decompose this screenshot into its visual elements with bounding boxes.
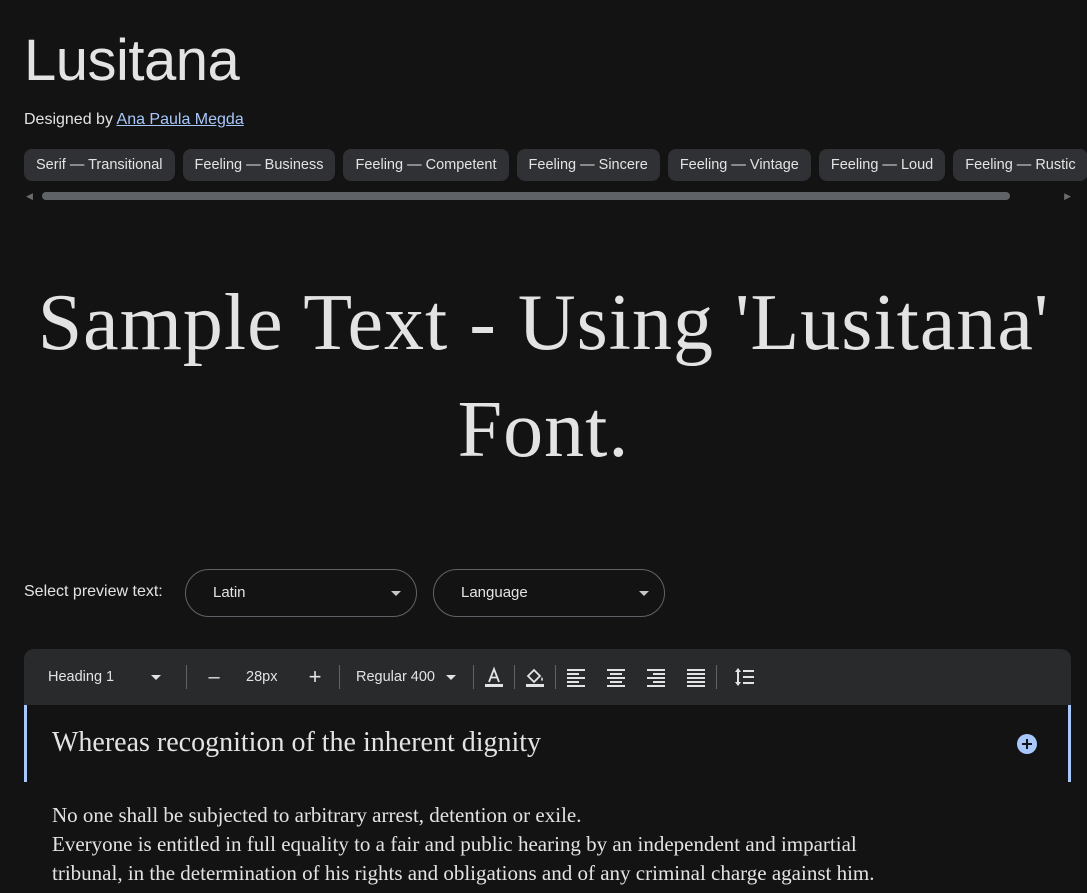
increase-size-button[interactable]: + bbox=[303, 649, 327, 705]
tag-chip-sincere[interactable]: Feeling — Sincere bbox=[516, 149, 660, 181]
align-right-icon[interactable] bbox=[644, 665, 668, 689]
chevron-down-icon bbox=[151, 675, 161, 680]
style-select-value: Heading 1 bbox=[48, 669, 115, 685]
editor-paragraph[interactable]: No one shall be subjected to arbitrary a… bbox=[52, 801, 1052, 888]
preview-text-label: Select preview text: bbox=[24, 583, 163, 600]
scroll-left-arrow-icon[interactable]: ◀ bbox=[26, 191, 33, 202]
add-circle-icon[interactable] bbox=[1016, 733, 1038, 755]
chevron-down-icon bbox=[446, 675, 456, 680]
weight-select-value: Regular 400 bbox=[356, 669, 435, 685]
toolbar-divider bbox=[339, 665, 340, 689]
paragraph-line: Everyone is entitled in full equality to… bbox=[52, 832, 857, 856]
editor-heading-row[interactable]: Whereas recognition of the inherent dign… bbox=[24, 705, 1071, 782]
align-center-icon[interactable] bbox=[604, 665, 628, 689]
align-justify-icon[interactable] bbox=[684, 665, 708, 689]
text-color-icon[interactable] bbox=[482, 665, 506, 689]
toolbar-divider bbox=[555, 665, 556, 689]
script-select[interactable]: Latin bbox=[185, 569, 417, 617]
designer-link[interactable]: Ana Paula Megda bbox=[117, 111, 244, 128]
highlight-color-icon[interactable] bbox=[523, 665, 547, 689]
paragraph-line: No one shall be subjected to arbitrary a… bbox=[52, 803, 582, 827]
tag-chip-rustic[interactable]: Feeling — Rustic bbox=[953, 149, 1087, 181]
decrease-size-button[interactable]: – bbox=[202, 649, 226, 705]
scroll-right-arrow-icon[interactable]: ▶ bbox=[1064, 191, 1071, 202]
tag-chip-loud[interactable]: Feeling — Loud bbox=[818, 149, 946, 181]
line-height-icon[interactable] bbox=[733, 665, 757, 689]
tag-chip-serif-transitional[interactable]: Serif — Transitional bbox=[24, 149, 175, 181]
toolbar-divider bbox=[514, 665, 515, 689]
sample-text-preview: Sample Text - Using 'Lusitana' Font. bbox=[37, 279, 1050, 474]
language-select[interactable]: Language bbox=[433, 569, 665, 617]
toolbar-divider bbox=[716, 665, 717, 689]
editor-toolbar: Heading 1 – 28px + Regular 400 bbox=[24, 649, 1071, 705]
weight-select[interactable]: Regular 400 bbox=[356, 649, 460, 705]
tag-chip-competent[interactable]: Feeling — Competent bbox=[343, 149, 509, 181]
tag-chip-vintage[interactable]: Feeling — Vintage bbox=[667, 149, 811, 181]
chevron-down-icon bbox=[639, 591, 649, 596]
chips-scrollbar[interactable]: ◀ ▶ bbox=[24, 189, 1073, 203]
toolbar-divider bbox=[473, 665, 474, 689]
designer-credit: Designed by Ana Paula Megda bbox=[24, 111, 244, 129]
language-select-value: Language bbox=[461, 584, 528, 601]
scroll-thumb[interactable] bbox=[42, 192, 1010, 200]
paragraph-line: tribunal, in the determination of his ri… bbox=[52, 861, 875, 885]
editor-heading-text[interactable]: Whereas recognition of the inherent dign… bbox=[52, 725, 541, 761]
toolbar-divider bbox=[186, 665, 187, 689]
chevron-down-icon bbox=[391, 591, 401, 596]
script-select-value: Latin bbox=[213, 584, 246, 601]
tag-chip-business[interactable]: Feeling — Business bbox=[182, 149, 336, 181]
align-left-icon[interactable] bbox=[564, 665, 588, 689]
designer-prefix: Designed by bbox=[24, 111, 113, 128]
style-select[interactable]: Heading 1 bbox=[48, 649, 186, 705]
font-size-value[interactable]: 28px bbox=[246, 649, 277, 705]
font-title: Lusitana bbox=[24, 28, 240, 93]
tag-chips: Serif — Transitional Feeling — Business Fe… bbox=[24, 149, 1087, 181]
